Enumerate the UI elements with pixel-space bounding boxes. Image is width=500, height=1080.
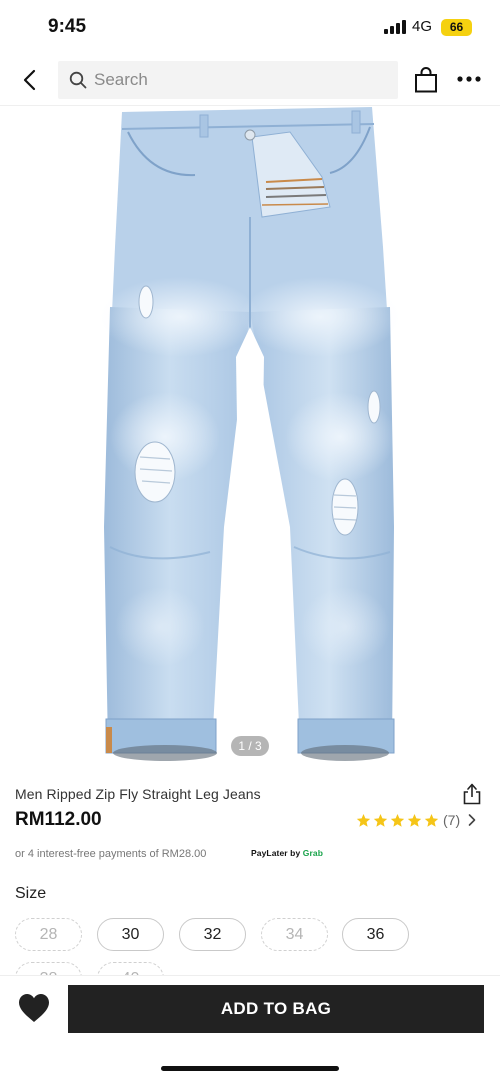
size-option-30[interactable]: 30 [97,918,164,951]
product-title: Men Ripped Zip Fly Straight Leg Jeans [15,786,261,802]
paylater-prefix: PayLater by [251,848,303,858]
star-icon [424,813,439,827]
rating-count: (7) [443,812,461,828]
size-option-38[interactable]: 38 [15,962,82,976]
size-row-overflow: 38 40 [0,958,500,976]
product-image[interactable] [0,107,500,772]
star-icon [356,813,371,827]
chevron-right-icon [468,814,476,826]
home-indicator[interactable] [161,1066,339,1071]
grab-brand: Grab [302,848,324,858]
size-option-40[interactable]: 40 [97,962,164,976]
battery-badge: 66 [441,19,472,36]
heart-icon[interactable] [18,993,50,1023]
status-time: 9:45 [48,16,87,37]
nav-bar [0,56,500,106]
size-option-36[interactable]: 36 [342,918,409,951]
size-heading: Size [15,885,47,902]
size-option-34[interactable]: 34 [261,918,328,951]
signal-icon [384,20,406,34]
product-price: RM112.00 [15,809,102,830]
shopping-bag-icon[interactable] [414,67,438,93]
rating[interactable]: (7) [356,811,477,829]
jeans-illustration [100,107,400,761]
paylater-logo[interactable]: PayLater by Grab [251,848,323,858]
search-input[interactable] [58,61,398,99]
more-icon[interactable] [456,75,482,83]
share-icon[interactable] [462,783,482,805]
star-icon [390,813,405,827]
image-counter: 1 / 3 [231,736,269,756]
network-label: 4G [412,18,433,35]
add-to-bag-button[interactable]: ADD TO BAG [68,985,484,1033]
bottom-action-bar: ADD TO BAG [0,975,500,1080]
star-icon [407,813,422,827]
chevron-left-icon[interactable] [18,68,42,92]
installment-text: or 4 interest-free payments of RM28.00 [15,848,207,860]
star-icon [373,813,388,827]
status-bar: 9:45 4G 66 [0,0,500,54]
size-option-28[interactable]: 28 [15,918,82,951]
size-option-32[interactable]: 32 [179,918,246,951]
